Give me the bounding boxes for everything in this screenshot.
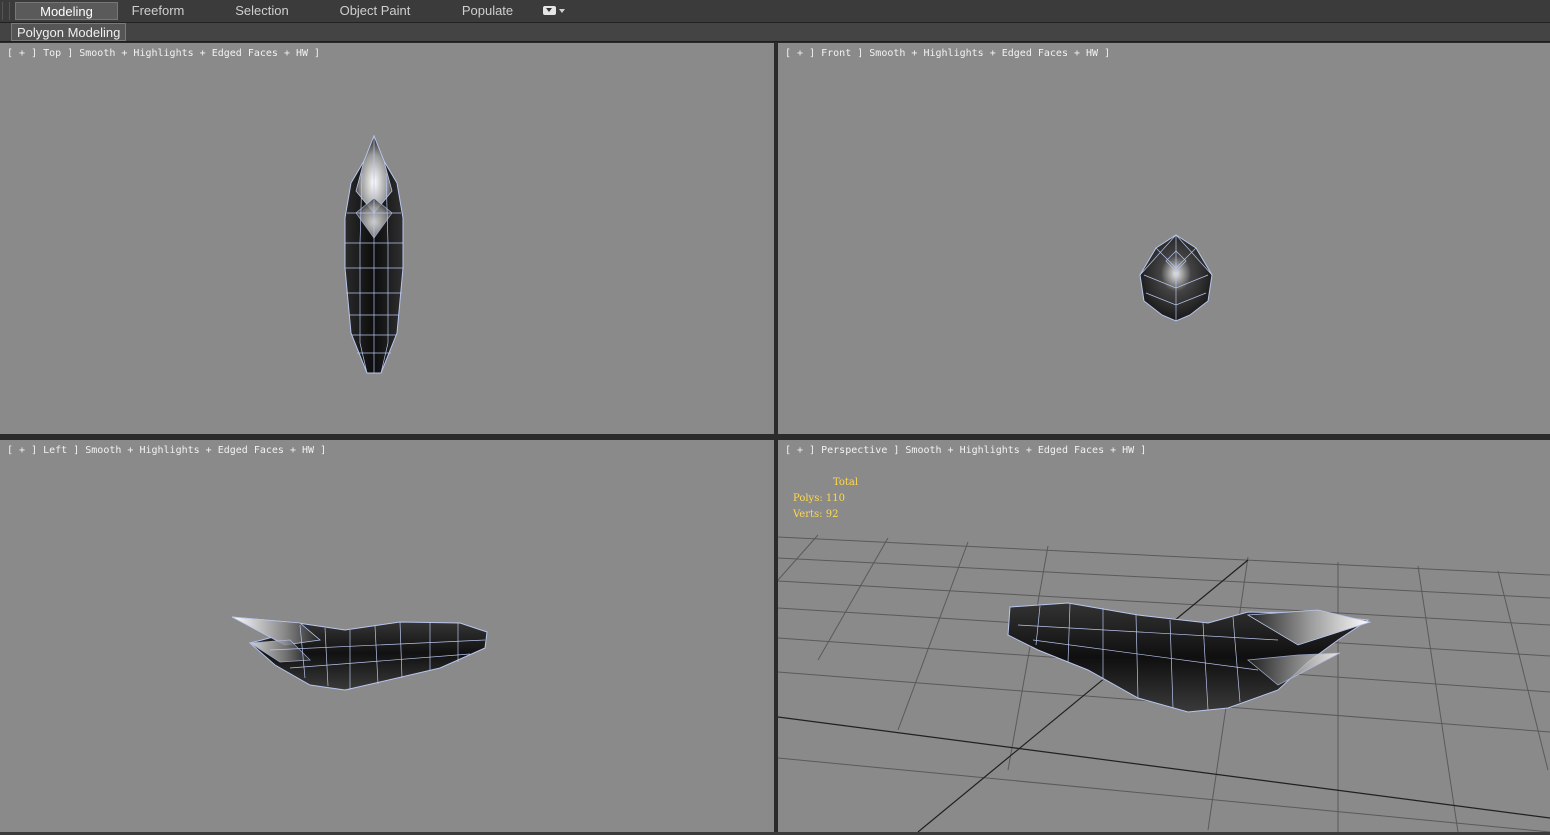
top-view-mesh xyxy=(344,134,404,374)
ribbon-options-dropdown[interactable] xyxy=(543,5,565,17)
tab-populate[interactable]: Populate xyxy=(450,2,525,20)
tab-selection[interactable]: Selection xyxy=(222,2,302,20)
left-view-mesh xyxy=(231,616,488,691)
viewport-front[interactable]: [ + ] Front ] Smooth + Highlights + Edge… xyxy=(778,43,1550,434)
viewport-left[interactable]: [ + ] Left ] Smooth + Highlights + Edged… xyxy=(0,440,774,832)
front-view-mesh xyxy=(1139,234,1213,322)
viewport-top[interactable]: [ + ] Top ] Smooth + Highlights + Edged … xyxy=(0,43,774,434)
viewport-perspective[interactable]: [ + ] Perspective ] Smooth + Highlights … xyxy=(778,440,1550,832)
ribbon-tabbar: Modeling Freeform Selection Object Paint… xyxy=(0,0,1550,23)
polygon-modeling-panel-button[interactable]: Polygon Modeling xyxy=(11,23,127,41)
tab-object-paint[interactable]: Object Paint xyxy=(330,2,420,20)
ribbon-grip[interactable] xyxy=(2,2,10,20)
chevron-down-icon xyxy=(559,9,565,13)
perspective-grid-and-mesh xyxy=(778,534,1550,832)
tab-modeling[interactable]: Modeling xyxy=(15,2,118,20)
ribbon-panel-bar: Polygon Modeling xyxy=(0,23,1550,42)
ribbon-options-icon xyxy=(543,6,556,15)
tab-freeform[interactable]: Freeform xyxy=(118,2,198,20)
